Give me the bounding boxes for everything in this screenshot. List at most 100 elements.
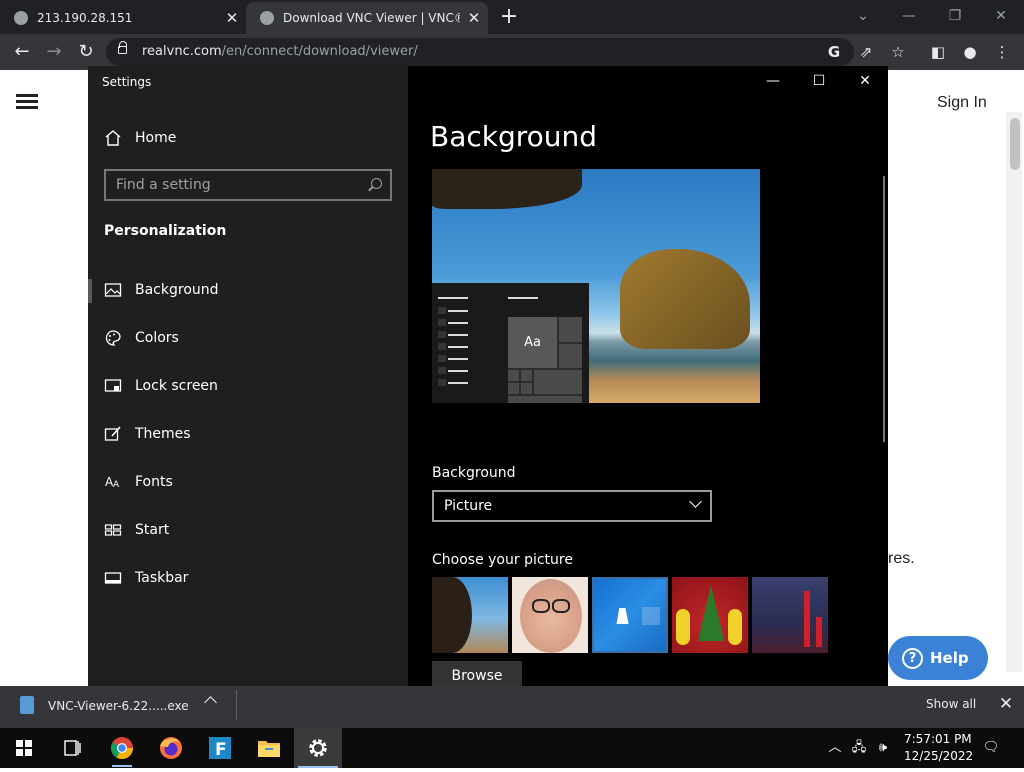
tab-search-icon[interactable]: ⌄ <box>840 4 886 28</box>
background-preview: Aa <box>432 169 760 403</box>
background-label: Background <box>432 465 516 481</box>
picture-thumbnail-candles[interactable] <box>752 577 828 653</box>
nav-start[interactable]: Start <box>88 508 408 552</box>
task-view-button[interactable] <box>48 728 96 768</box>
download-item[interactable]: VNC-Viewer-6.22.....exe <box>48 692 189 720</box>
picture-thumbnail-christmas[interactable] <box>672 577 748 653</box>
download-bar: VNC-Viewer-6.22.....exe Show all ✕ <box>0 686 1024 728</box>
taskbar-settings[interactable] <box>294 728 342 768</box>
nav-background[interactable]: Background <box>88 268 408 312</box>
picture-thumbnail-beach[interactable] <box>432 577 508 653</box>
browser-tab-2[interactable]: Download VNC Viewer | VNC® C ✕ <box>246 2 488 34</box>
globe-icon <box>260 11 274 25</box>
start-button[interactable] <box>0 728 48 768</box>
tab-close-icon[interactable]: ✕ <box>460 9 488 27</box>
settings-window: Settings Home Find a setting Personaliza… <box>88 66 888 696</box>
page-scrollbar[interactable] <box>1006 112 1022 672</box>
url-text[interactable]: realvnc.com/en/connect/download/viewer/ <box>142 38 418 66</box>
tab-title: Download VNC Viewer | VNC® C <box>283 11 460 25</box>
help-icon: ? <box>902 648 923 669</box>
hamburger-menu-icon[interactable] <box>16 94 38 110</box>
nav-fonts[interactable]: AA Fonts <box>88 460 408 504</box>
google-lens-icon[interactable]: G <box>824 42 844 62</box>
help-button[interactable]: ? Help <box>888 636 988 680</box>
settings-minimize-icon[interactable]: — <box>750 70 796 92</box>
nav-lock-screen[interactable]: Lock screen <box>88 364 408 408</box>
restore-icon[interactable]: ❐ <box>932 4 978 28</box>
taskbar-firefox[interactable] <box>147 728 195 768</box>
address-bar[interactable]: realvnc.com/en/connect/download/viewer/ … <box>106 38 854 66</box>
bookmark-star-icon[interactable]: ☆ <box>888 42 908 62</box>
preview-start-menu: Aa <box>432 283 589 403</box>
settings-maximize-icon[interactable]: ☐ <box>796 70 842 92</box>
notifications-icon[interactable]: 🗨 <box>982 738 1000 758</box>
nav-home-label: Home <box>135 130 177 146</box>
reload-icon[interactable]: ↻ <box>70 34 102 70</box>
tab-close-icon[interactable]: ✕ <box>218 9 246 27</box>
settings-scrollbar[interactable] <box>883 176 885 442</box>
share-icon[interactable]: ⇗ <box>856 42 876 62</box>
close-icon[interactable]: ✕ <box>978 4 1024 28</box>
nav-taskbar[interactable]: Taskbar <box>88 556 408 600</box>
menu-kebab-icon[interactable]: ⋮ <box>992 42 1012 62</box>
browser-tab-1[interactable]: 213.190.28.151 ✕ <box>0 2 246 34</box>
new-tab-button[interactable]: + <box>496 5 522 29</box>
lock-screen-icon <box>104 377 122 395</box>
settings-content: — ☐ ✕ Background Aa Background Picture C… <box>408 66 888 696</box>
back-icon[interactable]: ← <box>6 34 38 70</box>
svg-text:A: A <box>113 480 120 490</box>
nav-colors[interactable]: Colors <box>88 316 408 360</box>
chrome-icon <box>111 737 133 767</box>
file-icon <box>20 696 34 714</box>
window-title: Settings <box>102 75 152 89</box>
chevron-down-icon <box>689 495 702 508</box>
nav-themes[interactable]: Themes <box>88 412 408 456</box>
preview-tile-text: Aa <box>508 317 557 368</box>
choose-picture-label: Choose your picture <box>432 552 573 568</box>
clock-date[interactable]: 12/25/2022 <box>904 749 973 763</box>
search-icon[interactable] <box>371 178 382 189</box>
clock-time[interactable]: 7:57:01 PM <box>904 732 972 746</box>
dropdown-value: Picture <box>444 498 493 514</box>
page-scrollbar-thumb[interactable] <box>1010 118 1020 170</box>
chevron-up-icon[interactable] <box>204 696 217 709</box>
taskbar-icon <box>104 569 122 587</box>
home-icon <box>104 129 122 147</box>
network-icon[interactable]: 🖧 <box>850 738 868 758</box>
page-text-fragment: res. <box>888 550 915 567</box>
nav-home[interactable]: Home <box>88 116 408 160</box>
picture-thumbnail-portrait[interactable] <box>512 577 588 653</box>
task-view-icon <box>64 740 81 756</box>
tab-title: 213.190.28.151 <box>37 11 133 25</box>
close-download-bar-icon[interactable]: ✕ <box>998 692 1014 716</box>
taskbar-chrome[interactable] <box>98 728 146 768</box>
browser-toolbar: ← → ↻ realvnc.com/en/connect/download/vi… <box>0 34 1024 70</box>
volume-icon[interactable]: 🕪 <box>874 738 892 758</box>
settings-sidebar: Settings Home Find a setting Personaliza… <box>88 66 408 696</box>
forward-icon[interactable]: → <box>38 34 70 70</box>
taskbar-app-f[interactable]: F <box>196 728 244 768</box>
gear-icon <box>309 739 327 757</box>
folder-icon <box>258 741 280 757</box>
find-setting-input[interactable]: Find a setting <box>104 169 392 201</box>
themes-icon <box>104 425 122 443</box>
nav-label: Themes <box>135 426 191 442</box>
sign-in-link[interactable]: Sign In <box>937 94 987 112</box>
help-label: Help <box>930 649 969 667</box>
profile-icon[interactable]: ● <box>960 42 980 62</box>
nav-label: Lock screen <box>135 378 218 394</box>
firefox-icon <box>160 737 182 759</box>
background-type-dropdown[interactable]: Picture <box>432 490 712 522</box>
taskbar-file-explorer[interactable] <box>245 728 293 768</box>
lock-icon[interactable] <box>118 41 127 54</box>
nav-label: Colors <box>135 330 179 346</box>
app-f-icon: F <box>209 737 231 760</box>
minimize-icon[interactable]: — <box>886 4 932 28</box>
show-hidden-icons[interactable]: ︿ <box>826 738 844 758</box>
fonts-icon: AA <box>104 473 122 491</box>
settings-close-icon[interactable]: ✕ <box>842 70 888 92</box>
side-panel-icon[interactable]: ◧ <box>928 42 948 62</box>
show-all-button[interactable]: Show all <box>926 692 976 716</box>
page-title: Background <box>430 120 598 153</box>
search-placeholder: Find a setting <box>116 177 211 193</box>
